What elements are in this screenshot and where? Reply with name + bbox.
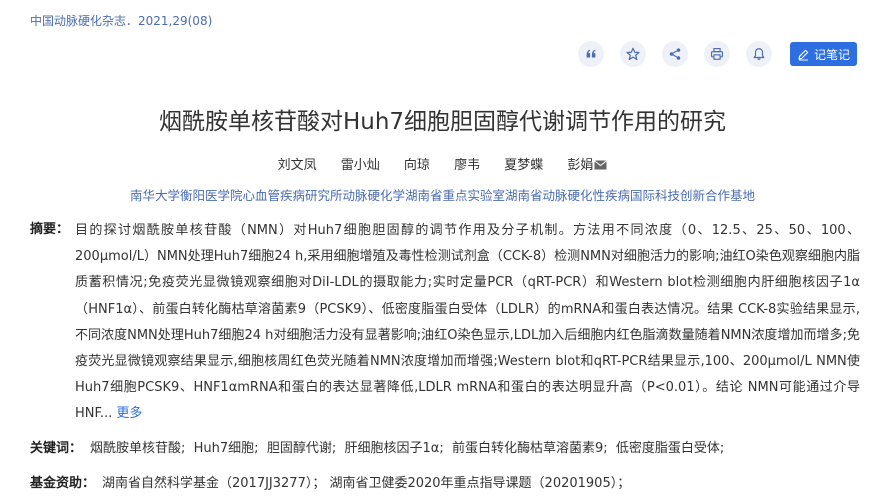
pencil-icon [798, 49, 809, 61]
take-note-button[interactable]: 记笔记 [790, 42, 858, 66]
take-note-label: 记笔记 [814, 47, 851, 62]
author-link[interactable]: 向琼 [404, 158, 430, 173]
abstract-label: 摘要： [30, 222, 70, 237]
article-title: 烟酰胺单核苷酸对Huh7细胞胆固醇代谢调节作用的研究 [158, 109, 727, 135]
author-link[interactable]: 廖韦 [454, 158, 480, 173]
affiliation-link[interactable]: 南华大学衡阳医学院心血管疾病研究所动脉硬化学湖南省重点实验室湖南省动脉硬化性疾病… [0, 185, 885, 204]
funds-label: 基金资助： [30, 476, 96, 491]
keyword-link[interactable]: 肝细胞核因子1α; [344, 441, 443, 456]
journal-source[interactable]: 中国动脉硬化杂志．2021,29(08) [30, 12, 212, 29]
fund-list[interactable]: 湖南省自然科学基金（2017JJ3277）； 湖南省卫健委2020年重点指导课题… [102, 472, 862, 491]
share-button[interactable] [662, 41, 688, 67]
quote-icon [586, 49, 596, 58]
more-link[interactable]: 更多 [116, 406, 142, 421]
author-link[interactable]: 雷小灿 [341, 158, 380, 173]
mail-icon[interactable] [594, 160, 608, 170]
keyword-link[interactable]: 前蛋白转化酶枯草溶菌素9; [452, 441, 608, 456]
keyword-link[interactable]: 低密度脂蛋白受体; [616, 441, 724, 456]
author-link[interactable]: 夏梦蝶 [504, 158, 543, 173]
keyword-link[interactable]: 胆固醇代谢; [267, 441, 336, 456]
abstract-text: 目的探讨烟酰胺单核苷酸（NMN）对Huh7细胞胆固醇的调节作用及分子机制。方法用… [75, 218, 860, 428]
print-button[interactable] [704, 41, 730, 67]
author-name: 彭娟 [567, 158, 594, 173]
keywords-label: 关键词： [30, 441, 83, 456]
star-icon [626, 47, 640, 61]
bell-icon [753, 48, 765, 60]
keyword-link[interactable]: Huh7细胞; [194, 441, 259, 456]
author-list: 刘文凤 雷小灿 向琼 廖韦 夏梦蝶 彭娟 [0, 154, 885, 173]
abstract-body: 目的探讨烟酰胺单核苷酸（NMN）对Huh7细胞胆固醇的调节作用及分子机制。方法用… [75, 223, 860, 422]
print-icon [711, 48, 723, 60]
share-icon [669, 48, 681, 60]
keyword-link[interactable]: 烟酰胺单核苷酸; [90, 441, 185, 456]
cite-button[interactable] [578, 41, 604, 67]
favorite-button[interactable] [620, 41, 646, 67]
article-toolbar: 记笔记 [578, 41, 858, 67]
author-link-corresponding[interactable]: 彭娟 [567, 158, 608, 173]
author-link[interactable]: 刘文凤 [278, 158, 317, 173]
keyword-list: 烟酰胺单核苷酸; Huh7细胞; 胆固醇代谢; 肝细胞核因子1α; 前蛋白转化酶… [90, 437, 860, 456]
subscribe-button[interactable] [746, 41, 772, 67]
